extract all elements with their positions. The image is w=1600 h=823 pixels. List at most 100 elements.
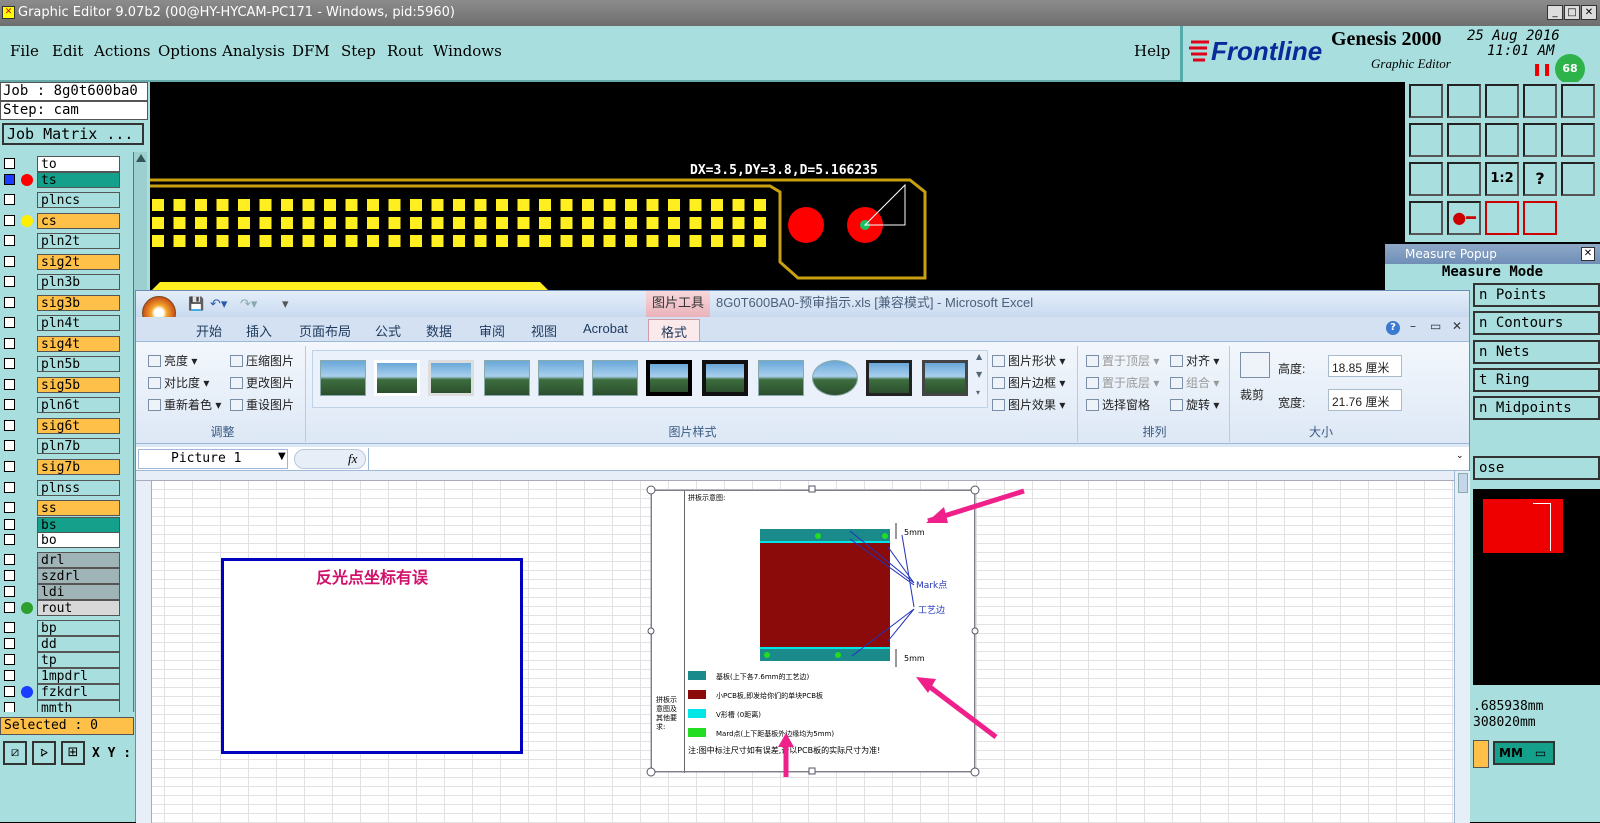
layer-checkbox[interactable] (4, 256, 15, 267)
measure-points-button[interactable]: n Points (1473, 283, 1600, 307)
vertical-scrollbar[interactable] (1454, 471, 1470, 823)
home-icon[interactable] (1485, 84, 1519, 118)
layer-checkbox[interactable] (4, 215, 15, 226)
layer-checkbox[interactable] (4, 519, 15, 530)
ribbon-minimize-icon[interactable]: – (1410, 319, 1416, 333)
crop-label[interactable]: 裁剪 (1240, 386, 1264, 403)
layer-row-bs[interactable]: bs (4, 517, 120, 533)
undo-view-icon[interactable] (1485, 123, 1519, 157)
compress-pictures-button[interactable]: 压缩图片 (230, 352, 294, 369)
contrast-button[interactable]: 对比度 ▾ (148, 374, 209, 391)
menu-file[interactable]: File (10, 42, 39, 60)
style-thumb-4[interactable] (484, 360, 530, 396)
maximize-button[interactable]: □ (1564, 5, 1580, 20)
layer-name[interactable]: to (37, 156, 120, 172)
undo-icon[interactable]: ↶▾ (210, 292, 227, 316)
style-thumb-2[interactable] (374, 360, 420, 396)
tab-format[interactable]: 格式 (648, 319, 701, 343)
layer-name[interactable]: sig5b (37, 377, 120, 393)
rotate-button[interactable]: 旋转 ▾ (1170, 396, 1219, 413)
layer-row-1mpdrl[interactable]: 1mpdrl (4, 668, 120, 684)
layer-name[interactable]: ts (37, 172, 120, 188)
layer-row-pln7b[interactable]: pln7b (4, 438, 120, 454)
status-badge[interactable]: 68 (1555, 54, 1585, 84)
layer-row-drl[interactable]: drl (4, 552, 120, 568)
formula-input[interactable] (368, 448, 1454, 470)
tab-page-layout[interactable]: 页面布局 (299, 321, 351, 340)
layer-checkbox[interactable] (4, 379, 15, 390)
scale-1-2-icon[interactable]: 1:2 (1485, 162, 1519, 196)
layer-checkbox[interactable] (4, 686, 15, 697)
style-thumb-1[interactable] (320, 360, 366, 396)
layer-row-ts[interactable]: ts (4, 172, 120, 188)
grid-tool-icon[interactable]: ⊞ (61, 741, 85, 765)
menu-dfm[interactable]: DFM (292, 42, 330, 60)
layer-row-rout[interactable]: rout (4, 600, 120, 616)
brightness-button[interactable]: 亮度 ▾ (148, 352, 197, 369)
snap-tool-icon[interactable]: ⦠ (32, 741, 56, 765)
layer-checkbox[interactable] (4, 638, 15, 649)
layer-checkbox[interactable] (4, 702, 15, 712)
probe-icon[interactable]: ●━ (1447, 201, 1481, 235)
center-icon[interactable] (1447, 162, 1481, 196)
scroll-thumb[interactable] (1457, 473, 1468, 493)
layer-name[interactable]: sig4t (37, 336, 120, 352)
layer-checkbox[interactable] (4, 586, 15, 597)
layer-checkbox[interactable] (4, 670, 15, 681)
layer-checkbox[interactable] (4, 297, 15, 308)
layer-checkbox[interactable] (4, 440, 15, 451)
layer-checkbox[interactable] (4, 534, 15, 545)
layer-checkbox[interactable] (4, 194, 15, 205)
layer-checkbox[interactable] (4, 602, 15, 613)
pan-icon[interactable] (1561, 84, 1595, 118)
pcb-view[interactable] (150, 82, 1405, 292)
style-thumb-5[interactable] (538, 360, 584, 396)
layer-row-fzkdrl[interactable]: fzkdrl (4, 684, 120, 700)
layer-row-bp[interactable]: bp (4, 620, 120, 636)
minimize-button[interactable]: _ (1547, 5, 1563, 20)
layer-checkbox[interactable] (4, 235, 15, 246)
align-button[interactable]: 对齐 ▾ (1170, 352, 1219, 369)
style-thumb-3[interactable] (428, 360, 474, 396)
graphic-canvas[interactable]: DX=3.5,DY=3.8,D=5.166235 (150, 82, 1405, 292)
style-thumb-10[interactable] (812, 360, 858, 396)
layer-row-pln6t[interactable]: pln6t (4, 397, 120, 413)
extra-icon[interactable] (1561, 162, 1595, 196)
height-input[interactable]: 18.85 厘米 (1328, 355, 1402, 377)
layer-name[interactable]: fzkdrl (37, 684, 120, 700)
layer-checkbox[interactable] (4, 420, 15, 431)
layer-checkbox[interactable] (4, 461, 15, 472)
selection-pane-button[interactable]: 选择窗格 (1086, 396, 1150, 413)
layer-name[interactable]: ldi (37, 584, 120, 600)
menu-analysis[interactable]: Analysis (222, 42, 285, 60)
menu-rout[interactable]: Rout (387, 42, 423, 60)
layer-name[interactable]: sig3b (37, 295, 120, 311)
picture-effects-button[interactable]: 图片效果 ▾ (992, 396, 1065, 413)
layer-checkbox[interactable] (4, 174, 15, 185)
measure-close-icon[interactable]: ✕ (1581, 247, 1595, 261)
bring-to-front-button[interactable]: 置于顶层 ▾ (1086, 352, 1159, 369)
layer-name[interactable]: sig2t (37, 254, 120, 270)
menu-edit[interactable]: Edit (52, 42, 83, 60)
layer-row-pln2t[interactable]: pln2t (4, 233, 120, 249)
zoom-fit-icon[interactable] (1409, 162, 1443, 196)
style-thumb-6[interactable] (592, 360, 638, 396)
layer-name[interactable]: drl (37, 552, 120, 568)
style-thumb-8[interactable] (702, 360, 748, 396)
reset-picture-button[interactable]: 重设图片 (230, 396, 294, 413)
layer-name[interactable]: pln3b (37, 274, 120, 290)
layer-row-sig5b[interactable]: sig5b (4, 377, 120, 393)
move-down-icon[interactable] (1447, 84, 1481, 118)
unit-select[interactable]: MM ▭ (1493, 741, 1555, 765)
name-box[interactable]: Picture 1 (138, 449, 288, 469)
close-button[interactable]: ✕ (1581, 5, 1597, 20)
layer-checkbox[interactable] (4, 158, 15, 169)
layer-checkbox[interactable] (4, 399, 15, 410)
layer-name[interactable]: pln2t (37, 233, 120, 249)
layer-checkbox[interactable] (4, 570, 15, 581)
layer-row-tp[interactable]: tp (4, 652, 120, 668)
layer-name[interactable]: pln6t (37, 397, 120, 413)
layer-name[interactable]: bs (37, 517, 120, 533)
style-thumb-11[interactable] (866, 360, 912, 396)
style-thumb-9[interactable] (758, 360, 804, 396)
